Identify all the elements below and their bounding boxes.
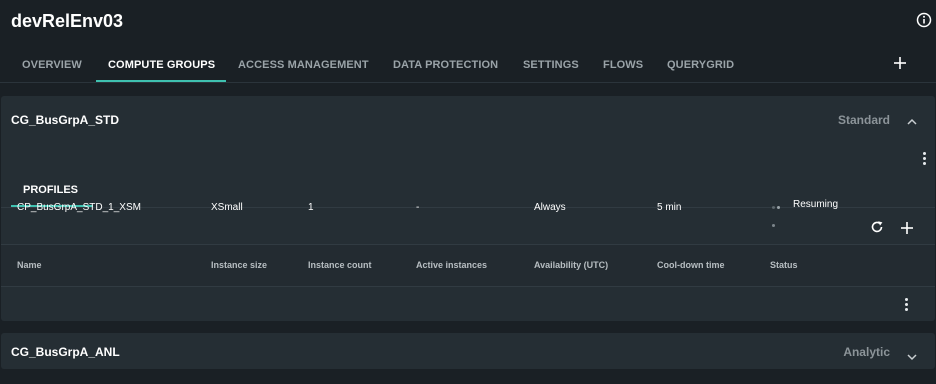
compute-group-name[interactable]: CG_BusGrpA_ANL xyxy=(11,345,120,359)
cooldown-time: 5 min xyxy=(657,202,682,213)
env-tab-bar: OVERVIEW COMPUTE GROUPS ACCESS MANAGEMEN… xyxy=(0,50,936,83)
tab-compute-groups[interactable]: COMPUTE GROUPS xyxy=(108,59,215,71)
column-header-availability[interactable]: Availability (UTC) xyxy=(534,260,608,270)
instance-count: 1 xyxy=(308,202,314,213)
instance-size: XSmall xyxy=(211,202,243,213)
kebab-menu-icon[interactable] xyxy=(922,152,926,166)
status-text: Resuming xyxy=(793,199,839,210)
chevron-up-icon[interactable] xyxy=(907,113,917,125)
tab-access-management[interactable]: ACCESS MANAGEMENT xyxy=(238,59,369,71)
plus-icon[interactable] xyxy=(894,56,906,69)
tab-flows[interactable]: FLOWS xyxy=(603,59,643,71)
info-icon[interactable] xyxy=(916,12,932,28)
env-title: devRelEnv03 xyxy=(11,11,124,31)
compute-group-type: Analytic xyxy=(843,345,890,359)
tab-overview[interactable]: OVERVIEW xyxy=(22,59,82,71)
active-tab-indicator xyxy=(96,80,226,82)
column-header-name[interactable]: Name xyxy=(17,260,42,270)
column-header-instance-count[interactable]: Instance count xyxy=(308,260,372,270)
tab-querygrid[interactable]: QUERYGRID xyxy=(667,59,734,71)
column-header-active-instances[interactable]: Active instances xyxy=(416,260,487,270)
compute-group-panel: CG_BusGrpA_ANL Analytic xyxy=(1,333,935,369)
row-kebab-menu-icon[interactable] xyxy=(904,298,908,312)
compute-group-type: Standard xyxy=(837,113,890,127)
compute-group-name[interactable]: CG_BusGrpA_STD xyxy=(11,113,119,127)
refresh-icon[interactable] xyxy=(870,220,884,234)
loading-dots-icon xyxy=(772,206,786,227)
table-header: Name Instance size Instance count Active… xyxy=(1,244,935,287)
chevron-down-icon[interactable] xyxy=(907,348,917,361)
profile-name[interactable]: CP_BusGrpA_STD_1_XSM xyxy=(17,202,141,213)
column-header-status[interactable]: Status xyxy=(770,260,798,270)
column-header-instance-size[interactable]: Instance size xyxy=(211,260,267,270)
tab-profiles[interactable]: PROFILES xyxy=(23,184,78,196)
tab-data-protection[interactable]: DATA PROTECTION xyxy=(393,59,498,71)
add-profile-icon[interactable] xyxy=(901,221,913,234)
active-instances: - xyxy=(416,202,420,213)
availability: Always xyxy=(534,202,566,213)
tab-settings[interactable]: SETTINGS xyxy=(523,59,579,71)
column-header-cooldown[interactable]: Cool-down time xyxy=(657,260,725,270)
